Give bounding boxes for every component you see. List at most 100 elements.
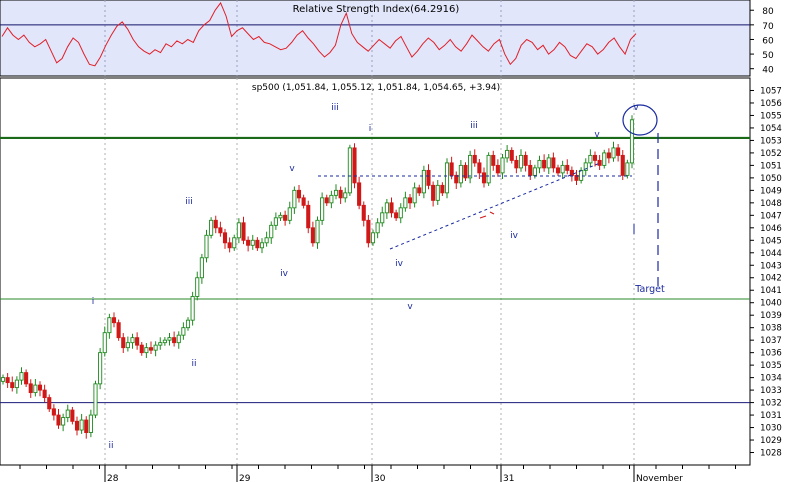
candle-body bbox=[449, 162, 454, 176]
candle-body bbox=[139, 344, 144, 354]
price-tick-label: 1050 bbox=[760, 174, 782, 184]
candle-body bbox=[107, 317, 112, 334]
candle-body bbox=[259, 242, 265, 249]
price-tick-label: 1039 bbox=[760, 311, 782, 321]
candle-body bbox=[148, 347, 154, 351]
candle-body bbox=[518, 154, 524, 169]
price-tick-label: 1035 bbox=[760, 361, 782, 371]
candle-body bbox=[403, 197, 408, 209]
candle-body bbox=[190, 296, 195, 321]
candle-body bbox=[79, 419, 84, 431]
candle-body bbox=[384, 202, 389, 214]
price-tick-label: 1043 bbox=[760, 261, 782, 271]
candle-body bbox=[218, 227, 223, 234]
price-tick-label: 1049 bbox=[760, 186, 782, 196]
candle-body bbox=[250, 239, 255, 246]
candle-body bbox=[33, 384, 38, 394]
candle-body bbox=[315, 219, 320, 244]
wave-label: i bbox=[369, 124, 372, 134]
candle-body bbox=[19, 372, 24, 381]
candle-body bbox=[24, 372, 29, 385]
rsi-tick-label: 50 bbox=[762, 51, 774, 61]
candle-body bbox=[366, 219, 371, 244]
candle-body bbox=[528, 164, 533, 176]
candle-body bbox=[380, 212, 385, 224]
candle-body bbox=[70, 409, 75, 422]
candle-body bbox=[84, 419, 89, 433]
candle-body bbox=[602, 152, 607, 166]
candle-body bbox=[481, 172, 487, 184]
candle-body bbox=[444, 162, 450, 194]
candle-body bbox=[625, 162, 630, 176]
candle-body bbox=[292, 189, 297, 209]
candle-body bbox=[264, 237, 269, 244]
wave-label: v bbox=[633, 103, 639, 113]
candle-body bbox=[176, 334, 181, 344]
candle-body bbox=[569, 169, 574, 176]
rsi-tick-label: 80 bbox=[762, 7, 774, 17]
candle-body bbox=[509, 149, 514, 161]
target-label: Target bbox=[634, 284, 665, 295]
candle-body bbox=[5, 377, 10, 384]
x-minor-ticks bbox=[19, 465, 736, 469]
candle-body bbox=[375, 222, 380, 234]
candle-body bbox=[551, 157, 556, 169]
candle-body bbox=[537, 159, 542, 169]
candle-body bbox=[273, 217, 278, 226]
candle-body bbox=[185, 319, 191, 329]
price-panel: 1028 1029 1030 1031 1032 1033 1034 1035 1036 1037… bbox=[0, 77, 782, 466]
candle-body bbox=[65, 409, 70, 419]
candle-body bbox=[333, 189, 339, 196]
candle-body bbox=[579, 169, 584, 181]
candle-body bbox=[213, 219, 218, 229]
price-tick-label: 1040 bbox=[760, 299, 782, 309]
candle-body bbox=[407, 197, 413, 204]
candle-body bbox=[588, 154, 593, 164]
candle-body bbox=[56, 414, 61, 426]
wave-label: v bbox=[594, 130, 600, 140]
candle-body bbox=[472, 154, 477, 164]
candle-body bbox=[398, 207, 403, 219]
candle-body bbox=[329, 194, 334, 204]
candle-body bbox=[162, 339, 167, 344]
candle-body bbox=[560, 164, 565, 174]
candle-body bbox=[255, 239, 260, 249]
candle-body bbox=[130, 337, 135, 344]
candle-body bbox=[468, 154, 473, 179]
wave-label: v bbox=[289, 164, 295, 174]
price-tick-label: 1030 bbox=[760, 424, 782, 434]
candle-body bbox=[0, 377, 6, 382]
candle-body bbox=[486, 154, 491, 184]
rsi-y-axis: 40 50 60 70 80 bbox=[750, 7, 774, 76]
candle-body bbox=[320, 197, 325, 221]
wave-label: iv bbox=[510, 231, 519, 241]
candle-body bbox=[500, 157, 505, 174]
price-tick-label: 1037 bbox=[760, 336, 782, 346]
rsi-panel: 40 50 60 70 80 Relative Strength Index(64.29… bbox=[0, 0, 774, 77]
price-y-axis: 1028 1029 1030 1031 1032 1033 1034 1035 1036 1037… bbox=[750, 86, 782, 459]
candle-body bbox=[98, 352, 103, 385]
candle-body bbox=[61, 417, 66, 426]
candle-body bbox=[14, 379, 19, 389]
candle-body bbox=[347, 147, 352, 194]
price-tick-label: 1048 bbox=[760, 199, 782, 209]
candle-body bbox=[158, 342, 163, 346]
candle-body bbox=[343, 192, 348, 199]
price-tick-label: 1032 bbox=[760, 399, 782, 409]
candle-body bbox=[246, 239, 251, 246]
candle-body bbox=[505, 149, 510, 159]
candle-body bbox=[241, 222, 246, 241]
rsi-title: Relative Strength Index(64.2916) bbox=[293, 4, 460, 15]
price-tick-label: 1056 bbox=[760, 99, 782, 109]
wave-label: iii bbox=[470, 121, 478, 131]
candle-body bbox=[181, 327, 186, 336]
candle-body bbox=[199, 257, 204, 279]
candle-body bbox=[135, 337, 140, 346]
candle-body bbox=[172, 337, 177, 344]
candle-body bbox=[144, 347, 149, 354]
wave-label: ii bbox=[191, 359, 196, 369]
candle-body bbox=[204, 234, 209, 259]
candle-body bbox=[435, 184, 440, 201]
price-tick-label: 1034 bbox=[760, 374, 782, 384]
candle-body bbox=[431, 184, 436, 201]
